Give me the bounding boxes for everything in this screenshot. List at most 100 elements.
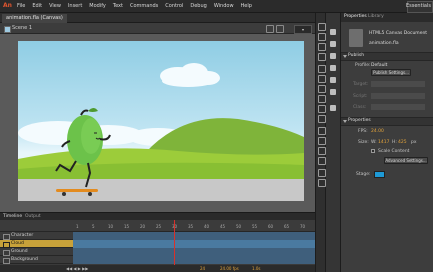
subselection-tool-icon[interactable] [318,33,326,41]
timeline-ruler[interactable]: 1 5 10 15 20 25 30 35 40 45 50 55 60 65 … [0,220,315,232]
timeline-header: Timeline Output [0,212,315,220]
ruler-tick: 50 [236,224,242,229]
stage-color-swatch[interactable] [374,171,385,178]
align-panel-icon[interactable] [330,29,336,35]
layer-row-background[interactable]: Background [0,256,315,264]
properties-tabs: Properties Library [341,13,433,22]
menu-file[interactable]: File [17,3,25,9]
menu-window[interactable]: Window [214,3,234,9]
ruler-tick: 15 [124,224,130,229]
layer-row-ground[interactable]: Ground [0,248,315,256]
menu-view[interactable]: View [49,3,61,9]
tab-timeline[interactable]: Timeline [3,214,22,219]
layer-row-cloud[interactable]: Cloud [0,240,315,248]
layer-name: Cloud [11,241,24,246]
tab-properties[interactable]: Properties [344,14,367,19]
fps-value[interactable]: 24.00 [371,129,384,134]
line-tool-icon[interactable] [318,85,326,93]
menu-debug[interactable]: Debug [190,3,206,9]
tab-library[interactable]: Library [368,14,384,19]
elapsed-time: 1.0s [252,266,261,271]
layer-frames[interactable] [73,240,315,248]
properties-section-header[interactable]: Properties [341,117,433,126]
properties-panel: Properties Library HTML5 Canvas Document… [341,13,433,272]
ruler-tick: 45 [220,224,226,229]
target-label: Target: [353,82,369,87]
eyedropper-icon[interactable] [318,147,326,155]
frame-rate[interactable]: 24.00 fps [220,266,239,271]
menu-edit[interactable]: Edit [32,3,42,9]
rectangle-tool-icon[interactable] [318,95,326,103]
tab-output[interactable]: Output [25,214,41,219]
document-tab[interactable]: animation.fla (Canvas) [2,14,67,23]
publish-header-label: Publish [348,53,365,58]
publish-section-header[interactable]: Publish [341,52,433,61]
layer-row-character[interactable]: Character [0,232,315,240]
playhead[interactable] [174,220,175,265]
scene-bar: Scene 1 ▾ [0,23,315,34]
publish-settings-button[interactable]: Publish Settings... [371,69,411,76]
height-value[interactable]: 425 [398,140,407,145]
motion-presets-icon[interactable] [330,105,336,111]
target-select [371,81,425,87]
app-logo: An [3,2,12,9]
paint-bucket-icon[interactable] [318,137,326,145]
ruler-tick: 10 [108,224,114,229]
layer-frames[interactable] [73,248,315,256]
hand-tool-icon[interactable] [318,169,326,177]
stage-label: Stage: [356,172,371,177]
info-panel-icon[interactable] [330,53,336,59]
zoom-tool-icon[interactable] [318,179,326,187]
color-panel-icon[interactable] [330,41,336,47]
ruler-tick: 55 [252,224,258,229]
layer-name: Character [11,233,34,238]
components-panel-icon[interactable] [330,89,336,95]
current-frame[interactable]: 24 [200,266,205,271]
ruler-tick: 35 [188,224,194,229]
playback-controls[interactable]: ◀◀ ◀ ▶ ▶▶ [66,266,88,271]
layer-frames[interactable] [73,232,315,240]
scene-label[interactable]: Scene 1 [12,25,32,31]
document-icon [349,29,363,47]
advanced-settings-button[interactable]: Advanced Settings... [384,157,428,164]
menu-help[interactable]: Help [241,3,252,9]
collapse-arrow-icon [343,55,347,58]
scale-content-checkbox[interactable] [371,149,375,153]
class-label: Class: [353,105,367,110]
width-label: W: [371,140,377,145]
collapse-arrow-icon [343,120,347,123]
timeline-footer: ◀◀ ◀ ▶ ▶▶ 24 24.00 fps 1.0s [0,265,315,272]
ruler-tick: 20 [140,224,146,229]
lasso-tool-icon[interactable] [318,53,326,61]
ruler-tick: 1 [76,224,79,229]
selection-tool-icon[interactable] [318,23,326,31]
clip-icon[interactable] [276,25,284,33]
menu-modify[interactable]: Modify [89,3,106,9]
layer-frames[interactable] [73,256,315,264]
transform-tool-icon[interactable] [318,43,326,51]
menu-bar: An File Edit View Insert Modify Text Com… [0,0,433,13]
zoom-select[interactable]: ▾ [294,25,312,34]
transform-panel-icon[interactable] [330,77,336,83]
menu-control[interactable]: Control [165,3,183,9]
menu-insert[interactable]: Insert [68,3,82,9]
script-select [371,93,425,99]
pencil-tool-icon[interactable] [318,105,326,113]
text-tool-icon[interactable] [318,75,326,83]
stage-canvas[interactable] [18,41,304,201]
menu-commands[interactable]: Commands [130,3,158,9]
height-label: H: [392,140,397,145]
bone-tool-icon[interactable] [318,127,326,135]
layer-icon [3,258,10,264]
edit-symbols-icon[interactable] [266,25,274,33]
swatches-panel-icon[interactable] [330,65,336,71]
workspace-label: Essentials [405,3,431,9]
panel-icon-strip [326,13,341,272]
width-value[interactable]: 1417 [378,140,389,145]
menu-text[interactable]: Text [113,3,123,9]
pen-tool-icon[interactable] [318,65,326,73]
eraser-icon[interactable] [318,157,326,165]
pixel-unit: px [411,140,417,145]
ruler-tick: 25 [156,224,162,229]
brush-tool-icon[interactable] [318,115,326,123]
